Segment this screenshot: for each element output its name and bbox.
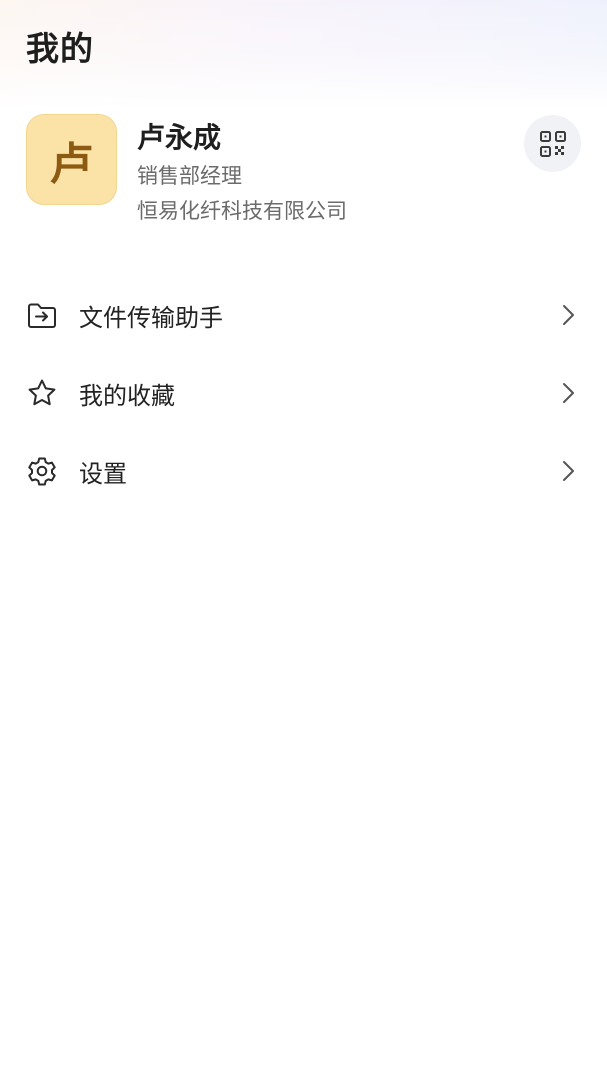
qr-code-button[interactable] xyxy=(524,115,581,172)
profile-card[interactable]: 卢 卢永成 销售部经理 恒易化纤科技有限公司 xyxy=(26,114,581,224)
profile-name: 卢永成 xyxy=(137,121,222,154)
chevron-right-icon xyxy=(558,303,578,327)
menu-item-settings[interactable]: 设置 xyxy=(0,432,607,510)
chevron-right-icon xyxy=(558,459,578,483)
me-page: 我的 卢 卢永成 销售部经理 恒易化纤科技有限公司 文件传输助手 我的收藏 设置 xyxy=(0,0,607,1080)
menu-item-label: 设置 xyxy=(79,460,127,488)
star-icon xyxy=(26,377,58,409)
menu-item-favorites[interactable]: 我的收藏 xyxy=(0,354,607,432)
qr-code-icon xyxy=(539,130,567,158)
folder-transfer-icon xyxy=(26,299,58,331)
menu-list: 文件传输助手 我的收藏 设置 xyxy=(0,276,607,510)
gear-icon xyxy=(26,455,58,487)
chevron-right-icon xyxy=(558,381,578,405)
profile-company: 恒易化纤科技有限公司 xyxy=(137,199,347,223)
profile-role: 销售部经理 xyxy=(137,164,242,188)
page-title: 我的 xyxy=(26,29,94,68)
menu-item-label: 我的收藏 xyxy=(79,382,175,410)
avatar[interactable]: 卢 xyxy=(26,114,117,205)
menu-item-label: 文件传输助手 xyxy=(79,304,223,332)
menu-item-file-transfer[interactable]: 文件传输助手 xyxy=(0,276,607,354)
